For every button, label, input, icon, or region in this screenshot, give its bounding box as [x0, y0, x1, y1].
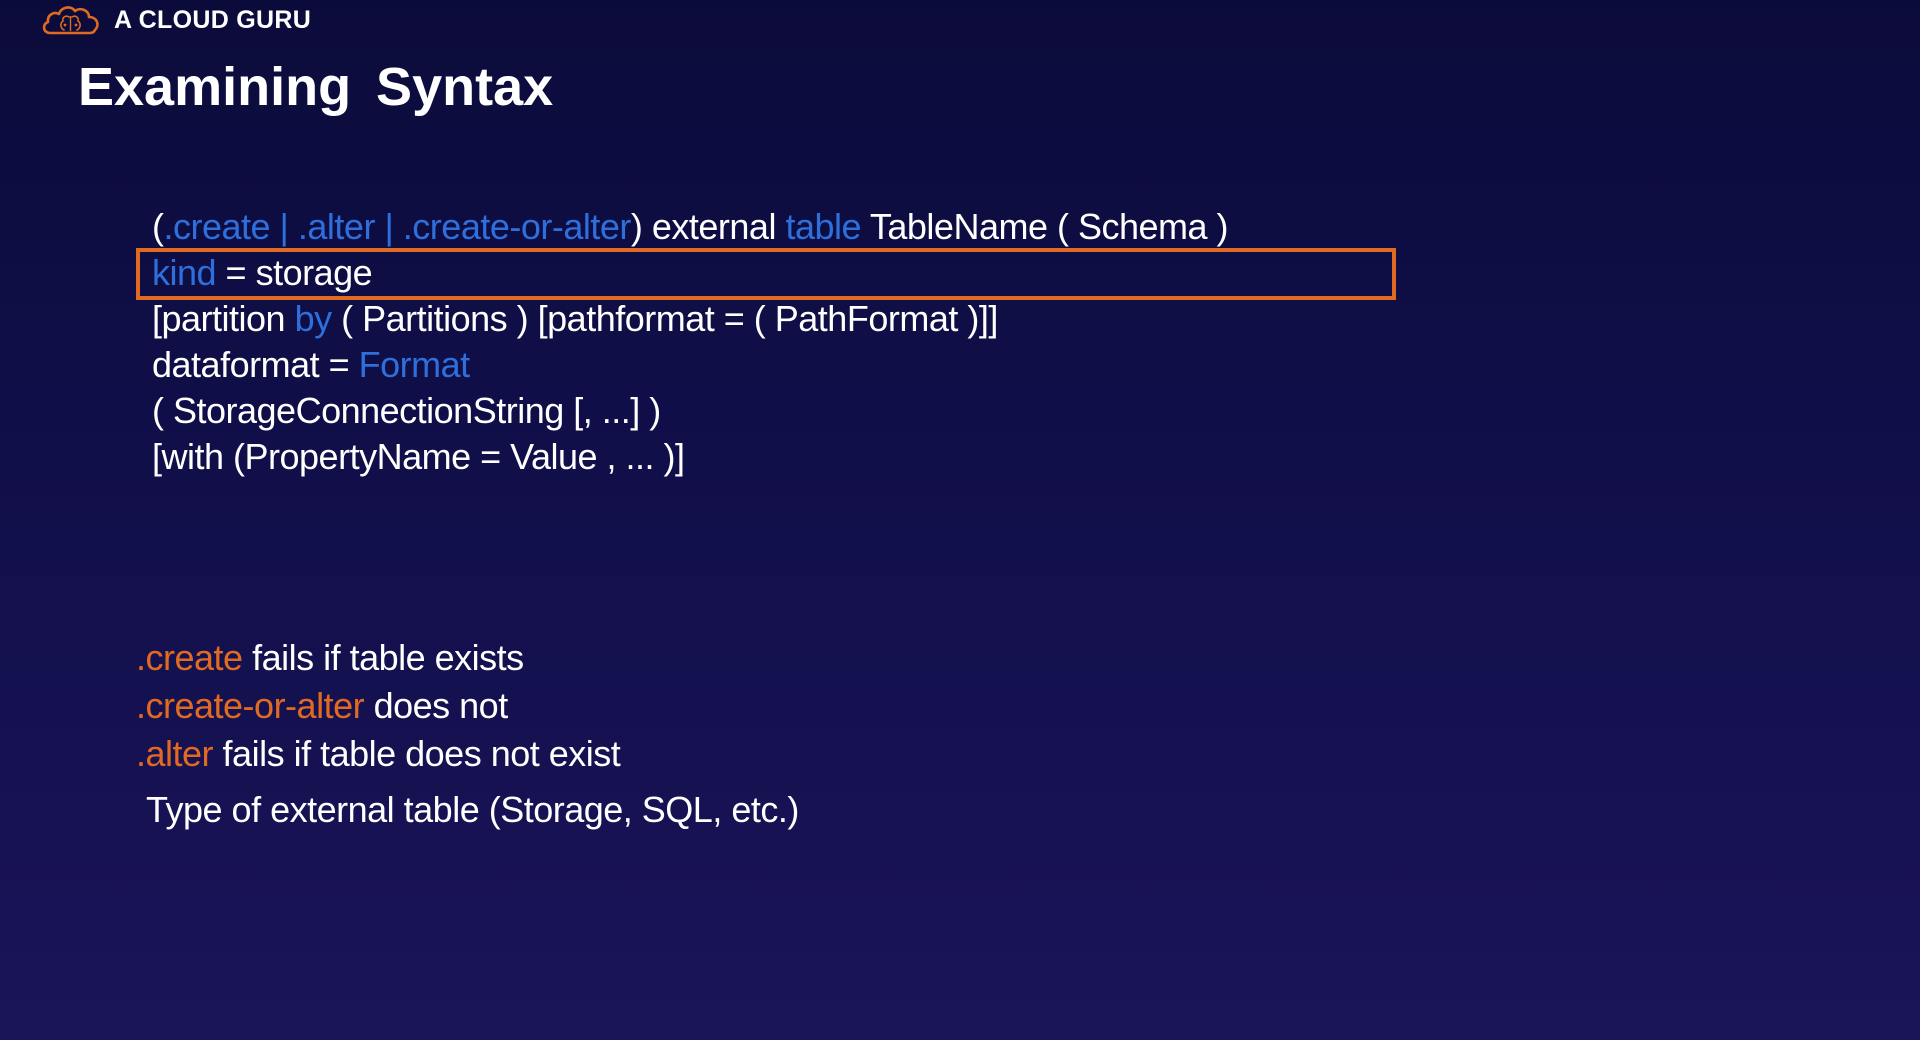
note-item: .create-or-alter does not — [136, 682, 1036, 730]
code-text: ( — [152, 206, 164, 247]
code-text: [with (PropertyName = Value , ... )] — [152, 436, 685, 477]
code-keyword: .create | .alter | .create-or-alter — [163, 206, 632, 247]
notes-list: .create fails if table exists .create-or-… — [136, 634, 1036, 778]
syntax-code-block: (.create | .alter | .create-or-alter) ex… — [152, 204, 1402, 480]
brand-name: A CLOUD GURU — [114, 5, 312, 34]
cloud-brain-icon — [42, 6, 99, 35]
code-text: [partition — [152, 298, 295, 339]
highlight-box — [136, 248, 1396, 300]
code-text: ) external — [630, 206, 786, 247]
type-note: Type of external table (Storage, SQL, et… — [146, 789, 799, 830]
slide-title: Examining Syntax — [78, 57, 554, 117]
code-text: dataformat = — [152, 344, 359, 385]
code-keyword: by — [294, 298, 333, 339]
code-line: (.create | .alter | .create-or-alter) ex… — [152, 204, 1402, 250]
note-description: fails if table does not exist — [213, 733, 621, 774]
code-text: ( StorageConnectionString [, ...] ) — [152, 390, 661, 431]
note-command: .alter — [136, 733, 214, 774]
code-line: [with (PropertyName = Value , ... )] — [152, 434, 1402, 480]
brand-logo: A CLOUD GURU — [40, 2, 311, 38]
note-command: .create-or-alter — [136, 685, 365, 726]
code-line: dataformat = Format — [152, 342, 1402, 388]
code-keyword: Format — [358, 344, 471, 385]
code-keyword: table — [785, 206, 862, 247]
note-item: .alter fails if table does not exist — [136, 730, 1036, 778]
code-line: ( StorageConnectionString [, ...] ) — [152, 388, 1402, 434]
code-line: [partition by ( Partitions ) [pathformat… — [152, 296, 1402, 342]
code-text: ( Partitions ) [pathformat = ( PathForma… — [331, 298, 998, 339]
note-command: .create — [136, 637, 243, 678]
note-description: fails if table exists — [242, 637, 524, 678]
note-description: does not — [364, 685, 509, 726]
code-text: TableName ( Schema ) — [861, 206, 1229, 247]
note-item: .create fails if table exists — [136, 634, 1036, 682]
